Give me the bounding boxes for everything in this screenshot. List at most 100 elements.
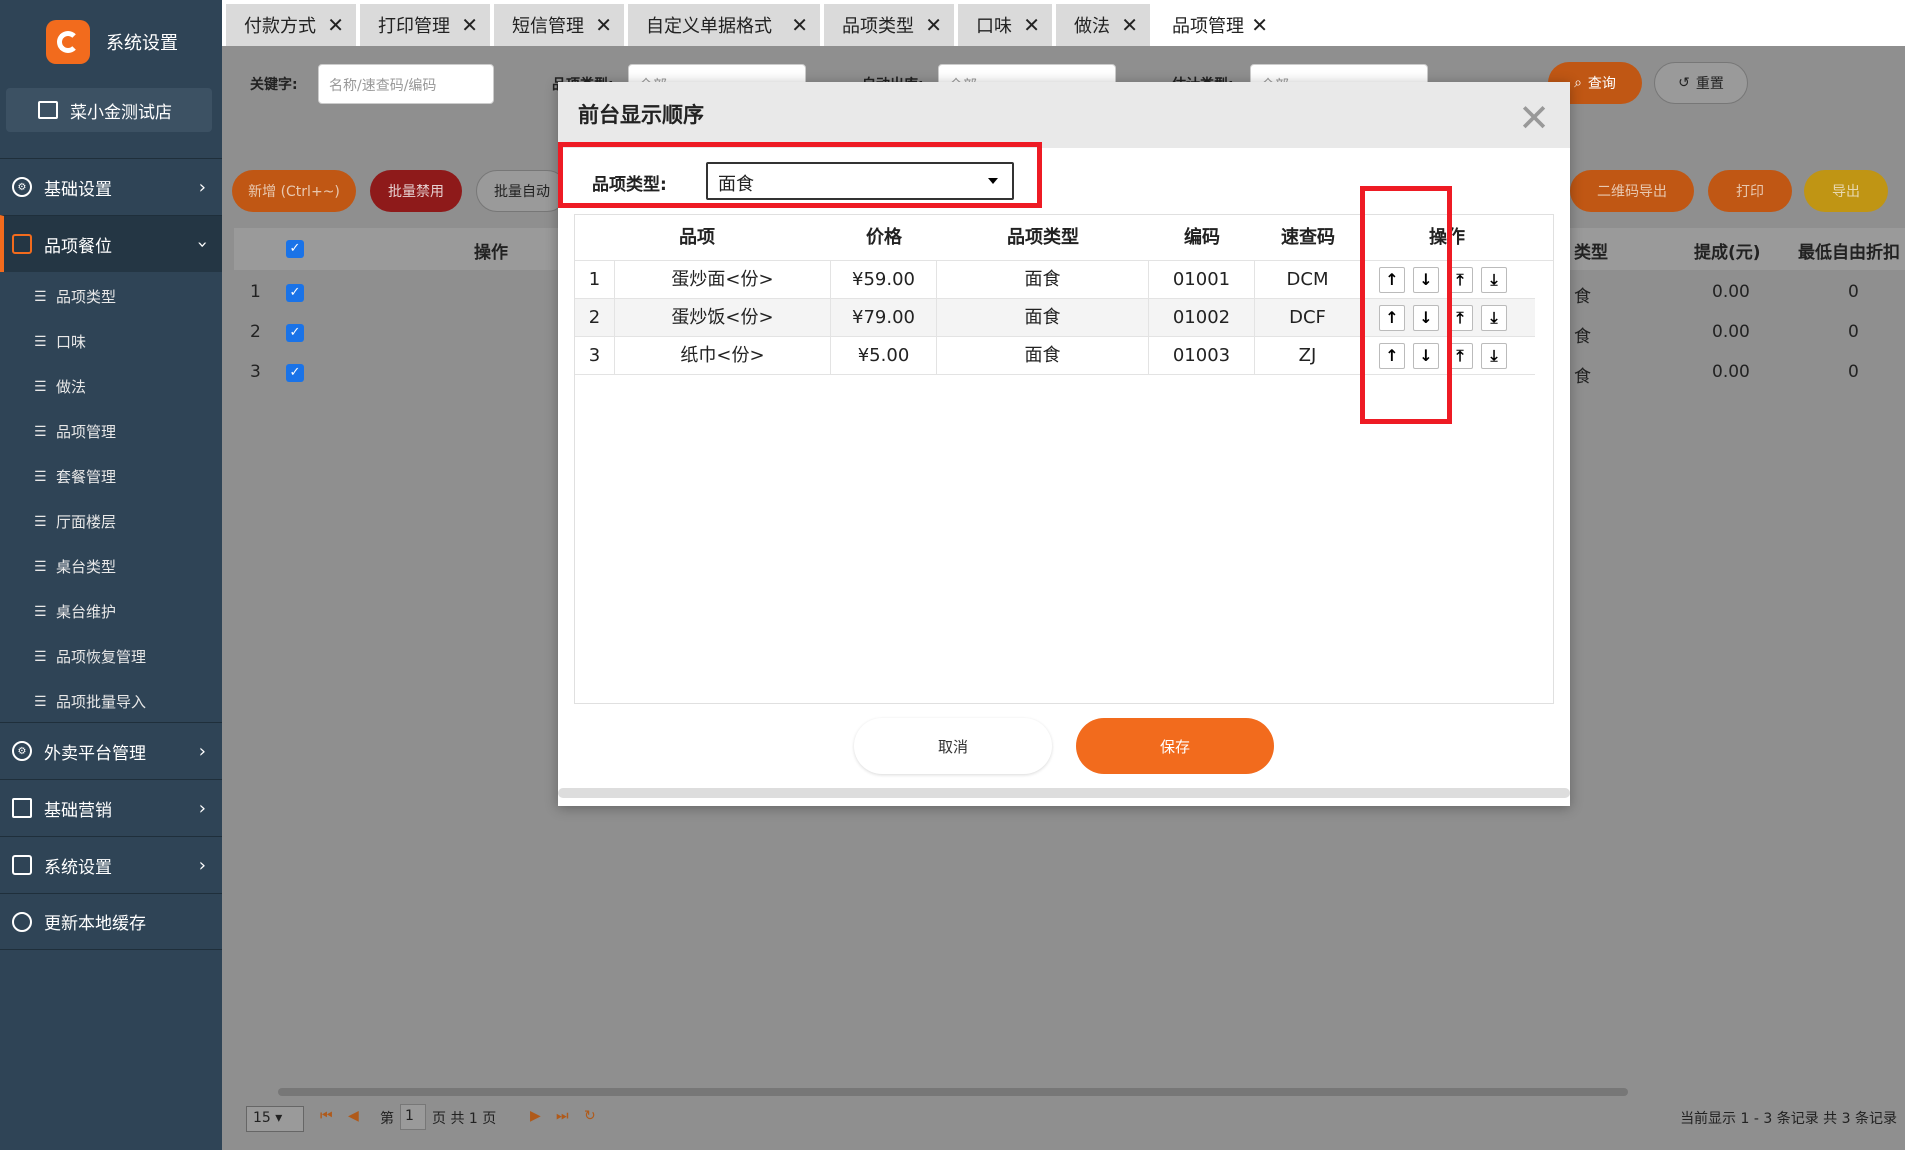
- sidebar-item-table-type[interactable]: ☰ 桌台类型: [34, 556, 116, 577]
- page-suffix: 页 共 1 页: [432, 1111, 497, 1127]
- close-icon[interactable]: ✕: [595, 13, 612, 37]
- select-all-checkbox[interactable]: ✓: [286, 240, 304, 258]
- gear-icon: ⚙: [12, 741, 32, 761]
- row-checkbox[interactable]: ✓: [286, 364, 304, 382]
- nav-refresh-cache[interactable]: 更新本地缓存: [0, 893, 222, 950]
- menu-icon: ☰: [34, 468, 47, 485]
- dialog-title: 前台显示顺序: [578, 103, 704, 127]
- tab-label: 品项类型: [842, 16, 914, 37]
- sidebar-item-flavor[interactable]: ☰ 口味: [34, 331, 86, 352]
- cancel-button[interactable]: 取消: [854, 718, 1052, 774]
- sidebar-item-table-maintain[interactable]: ☰ 桌台维护: [34, 601, 116, 622]
- sidebar-item-item-restore[interactable]: ☰ 品项恢复管理: [34, 646, 146, 667]
- sidebar-item-label: 厅面楼层: [56, 513, 117, 531]
- chevron-down-icon: ▾: [275, 1110, 283, 1126]
- menu-icon: ☰: [34, 693, 47, 710]
- menu-icon: ☰: [34, 603, 47, 620]
- next-page-icon[interactable]: ▶: [530, 1108, 541, 1124]
- reset-label: 重置: [1695, 76, 1724, 92]
- chevron-right-icon: ›: [198, 855, 206, 876]
- tab-sms[interactable]: 短信管理 ✕: [494, 4, 624, 46]
- export-button[interactable]: 导出: [1804, 170, 1888, 212]
- batch-disable-button[interactable]: 批量禁用: [370, 170, 462, 212]
- sidebar-item-item-type[interactable]: ☰ 品项类型: [34, 286, 116, 307]
- row-number: 3: [575, 337, 615, 375]
- row-code: 01003: [1149, 337, 1255, 375]
- close-icon[interactable]: ✕: [1518, 96, 1550, 140]
- row-type: 面食: [937, 261, 1149, 299]
- col-type: 品项类型: [1007, 227, 1079, 248]
- row-item: 蛋炒面<份>: [615, 261, 831, 299]
- row-quick: DCM: [1255, 261, 1361, 299]
- batch-auto-button[interactable]: 批量自动: [476, 170, 568, 212]
- sidebar: 系统设置 菜小金测试店 ⚙ 基础设置 › 品项餐位 › ☰ 品项类型 ☰ 口味 ☰ 做…: [0, 0, 222, 1150]
- tab-item-type[interactable]: 品项类型 ✕: [824, 4, 954, 46]
- store-selector[interactable]: 菜小金测试店: [6, 88, 212, 132]
- sidebar-item-batch-import[interactable]: ☰ 品项批量导入: [34, 691, 146, 712]
- nav-system-settings[interactable]: 系统设置 ›: [0, 836, 222, 893]
- sidebar-item-method[interactable]: ☰ 做法: [34, 376, 86, 397]
- row-type: 食: [1574, 367, 1591, 387]
- nav-marketing[interactable]: 基础营销 ›: [0, 779, 222, 836]
- row-checkbox[interactable]: ✓: [286, 324, 304, 342]
- tab-method[interactable]: 做法 ✕: [1056, 4, 1150, 46]
- tab-custom-receipt[interactable]: 自定义单据格式 ✕: [628, 4, 820, 46]
- highlight-box: [1360, 186, 1452, 424]
- discount-header: 最低自由折扣: [1798, 243, 1900, 263]
- row-discount: 0: [1848, 322, 1859, 342]
- close-icon[interactable]: ✕: [1251, 13, 1268, 37]
- nav-basic-settings[interactable]: ⚙ 基础设置 ›: [0, 158, 222, 215]
- menu-icon: ☰: [34, 378, 47, 395]
- sidebar-item-label: 做法: [56, 378, 87, 396]
- tab-label: 付款方式: [244, 16, 316, 37]
- row-checkbox[interactable]: ✓: [286, 284, 304, 302]
- menu-icon: ☰: [34, 423, 47, 440]
- tab-flavor[interactable]: 口味 ✕: [958, 4, 1052, 46]
- sidebar-item-floor[interactable]: ☰ 厅面楼层: [34, 511, 116, 532]
- move-bottom-icon[interactable]: ⤓: [1481, 305, 1507, 331]
- nav-items-seats[interactable]: 品项餐位 ›: [0, 215, 222, 272]
- close-icon[interactable]: ✕: [327, 13, 344, 37]
- col-quick: 速查码: [1281, 227, 1335, 248]
- row-price: ¥5.00: [831, 337, 937, 375]
- move-bottom-icon[interactable]: ⤓: [1481, 267, 1507, 293]
- prev-page-icon[interactable]: ◀: [348, 1108, 359, 1124]
- row-type: 面食: [937, 299, 1149, 337]
- tab-payment[interactable]: 付款方式 ✕: [226, 4, 356, 46]
- close-icon[interactable]: ✕: [461, 13, 478, 37]
- item-type-select[interactable]: 面食: [706, 162, 1014, 200]
- dialog-horizontal-scrollbar[interactable]: [558, 788, 1570, 798]
- keyword-input[interactable]: 名称/速查码/编码: [318, 64, 494, 104]
- qr-export-button[interactable]: 二维码导出: [1570, 170, 1694, 212]
- save-button[interactable]: 保存: [1076, 718, 1274, 774]
- reset-button[interactable]: ↺ 重置: [1654, 62, 1748, 104]
- sidebar-item-set-manage[interactable]: ☰ 套餐管理: [34, 466, 116, 487]
- row-quick: DCF: [1255, 299, 1361, 337]
- close-icon[interactable]: ✕: [925, 13, 942, 37]
- nav-label: 外卖平台管理: [44, 743, 146, 764]
- add-button[interactable]: 新增 (Ctrl+~): [232, 170, 356, 212]
- row-number: 1: [250, 282, 261, 302]
- move-bottom-icon[interactable]: ⤓: [1481, 343, 1507, 369]
- page-prefix: 第: [380, 1111, 394, 1127]
- last-page-icon[interactable]: ⏭: [556, 1108, 569, 1124]
- sidebar-item-label: 套餐管理: [56, 468, 117, 486]
- refresh-icon[interactable]: ↻: [584, 1108, 596, 1124]
- print-button[interactable]: 打印: [1708, 170, 1792, 212]
- grid-horizontal-scrollbar[interactable]: [278, 1088, 1628, 1096]
- page-scrollbar[interactable]: [1905, 46, 1911, 1150]
- page-size-select[interactable]: 15 ▾: [246, 1106, 304, 1132]
- tab-print[interactable]: 打印管理 ✕: [360, 4, 490, 46]
- row-commission: 0.00: [1712, 322, 1750, 342]
- sidebar-item-item-manage[interactable]: ☰ 品项管理: [34, 421, 116, 442]
- menu-icon: ☰: [34, 648, 47, 665]
- nav-delivery[interactable]: ⚙ 外卖平台管理 ›: [0, 722, 222, 779]
- close-icon[interactable]: ✕: [1121, 13, 1138, 37]
- col-item: 品项: [679, 227, 715, 248]
- close-icon[interactable]: ✕: [1023, 13, 1040, 37]
- gear-icon: ⚙: [12, 177, 32, 197]
- first-page-icon[interactable]: ⏮: [320, 1108, 333, 1124]
- tab-item-manage[interactable]: 品项管理 ✕: [1154, 4, 1280, 46]
- close-icon[interactable]: ✕: [791, 13, 808, 37]
- page-input[interactable]: 1: [400, 1104, 426, 1130]
